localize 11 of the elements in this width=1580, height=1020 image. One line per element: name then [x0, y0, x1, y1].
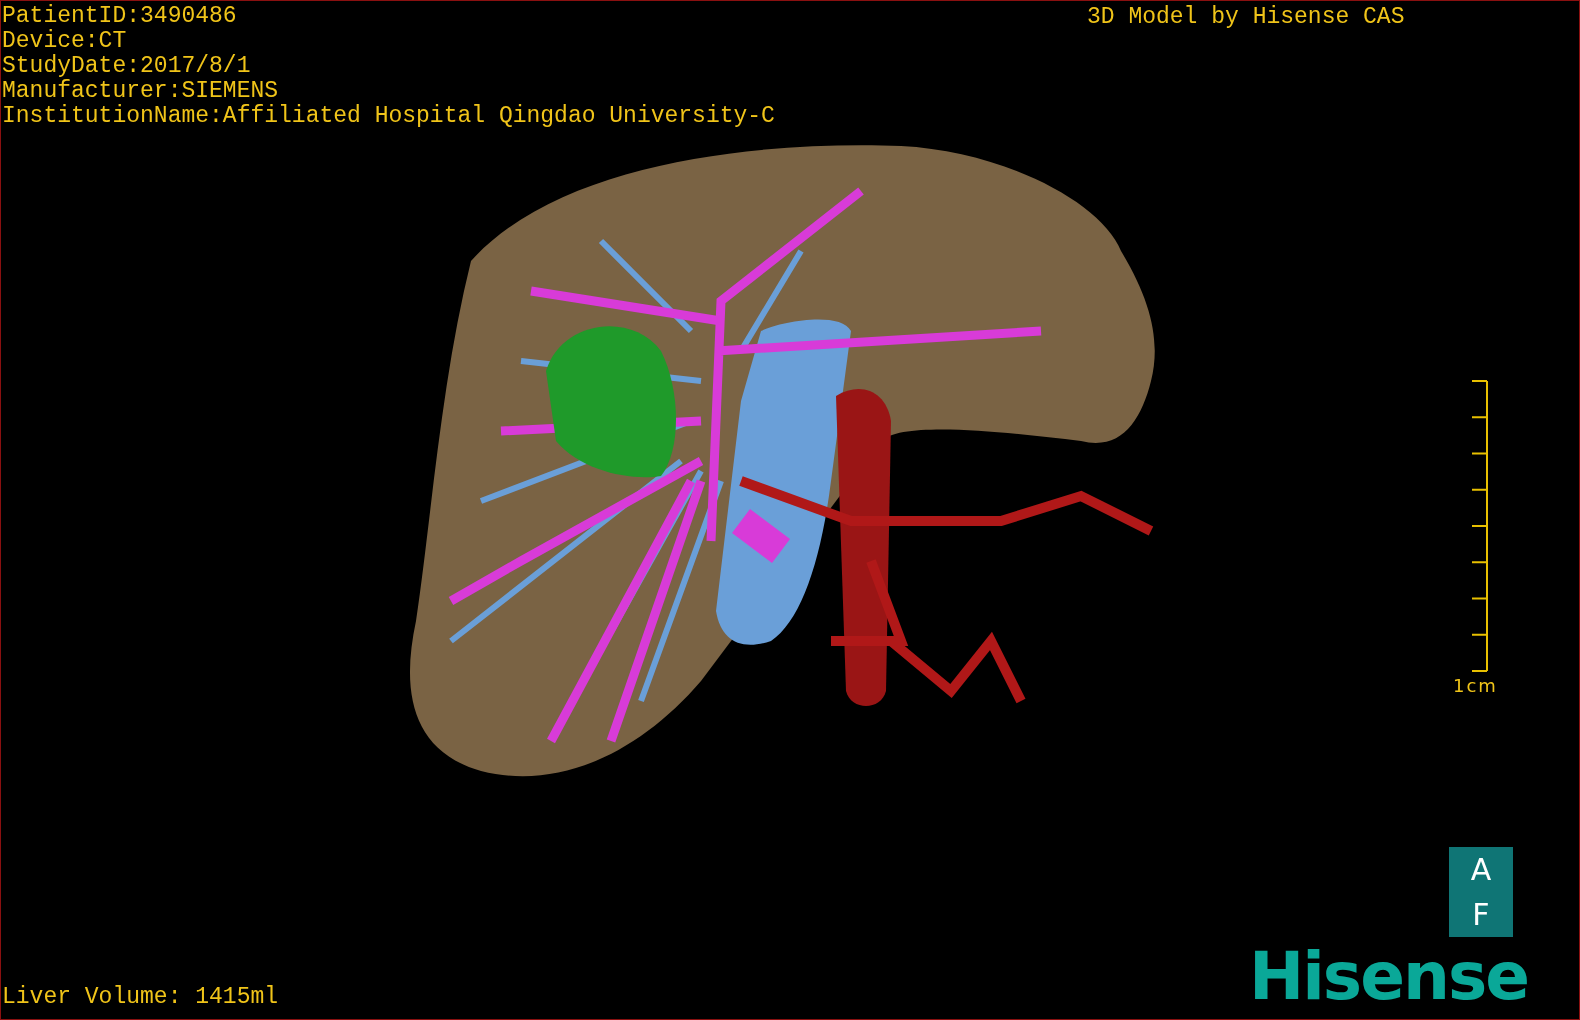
study-info-text: Device:CT [2, 29, 127, 54]
orientation-cube[interactable]: A F [1449, 847, 1513, 937]
study-info-text: PatientID:3490486 [2, 4, 237, 29]
brand-logo: Hisense [1249, 939, 1528, 1015]
model-credit-text: 3D Model by Hisense CAS [1087, 5, 1405, 30]
scale-label: 1cm [1453, 675, 1498, 696]
liver-volume-text: Liver Volume: 1415ml [2, 985, 279, 1010]
study-info-text: StudyDate:2017/8/1 [2, 54, 251, 79]
scale-bar-icon [1469, 379, 1490, 673]
study-info-text: InstitutionName:Affiliated Hospital Qingdao University-C [2, 104, 775, 129]
study-info-text: Manufacturer:SIEMENS [2, 79, 279, 104]
